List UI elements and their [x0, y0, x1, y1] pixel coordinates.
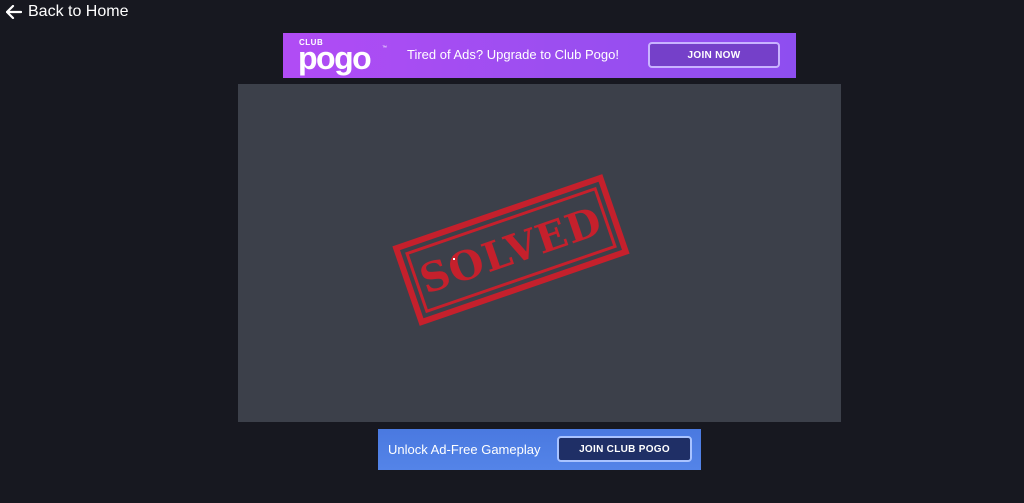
back-to-home-label: Back to Home	[28, 3, 129, 20]
back-to-home-link[interactable]: Back to Home	[6, 2, 128, 22]
logo-trademark: ™	[382, 45, 387, 51]
ad-free-banner[interactable]: Unlock Ad-Free Gameplay JOIN CLUB POGO	[378, 429, 701, 470]
upgrade-promo-text: Tired of Ads? Upgrade to Club Pogo!	[407, 47, 619, 62]
arrow-left-icon	[6, 5, 22, 19]
join-club-pogo-button[interactable]: JOIN CLUB POGO	[557, 436, 692, 462]
join-now-button[interactable]: JOIN NOW	[648, 42, 780, 68]
game-area[interactable]: SOLVED	[238, 84, 841, 422]
solved-stamp-text: SOLVED	[405, 186, 617, 314]
logo-pogo-text: pogo	[298, 40, 372, 76]
solved-stamp: SOLVED	[392, 174, 630, 326]
ad-free-promo-text: Unlock Ad-Free Gameplay	[388, 442, 541, 457]
cursor-dot	[453, 258, 455, 260]
club-pogo-ad-banner[interactable]: CLUB pogo ™ Tired of Ads? Upgrade to Clu…	[283, 33, 796, 78]
page: Back to Home CLUB pogo ™ Tired of Ads? U…	[0, 0, 1024, 503]
club-pogo-logo: CLUB pogo ™	[298, 37, 388, 75]
